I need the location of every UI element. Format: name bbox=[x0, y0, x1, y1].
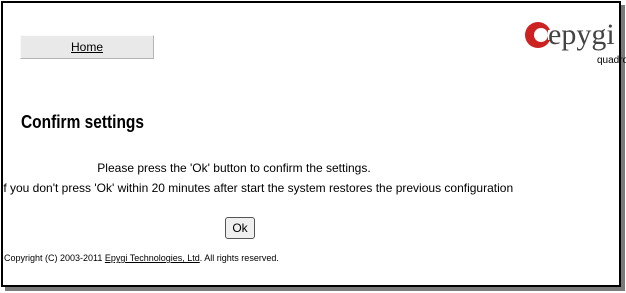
copyright-prefix: Copyright (C) 2003-2011 bbox=[4, 253, 105, 263]
page-title: Confirm settings bbox=[21, 112, 144, 132]
home-button[interactable]: Home bbox=[20, 35, 154, 59]
window-shadow-bottom bbox=[5, 287, 625, 291]
ok-button[interactable]: Ok bbox=[225, 217, 255, 239]
confirm-message-line2: If you don't press 'Ok' within 20 minute… bbox=[0, 181, 514, 195]
epygi-logo: epygi quadro bbox=[522, 15, 626, 77]
company-link[interactable]: Epygi Technologies, Ltd bbox=[105, 253, 200, 263]
copyright-footer: Copyright (C) 2003-2011 Epygi Technologi… bbox=[4, 253, 279, 263]
confirm-message-line1: Please press the 'Ok' button to confirm … bbox=[97, 161, 371, 175]
logo-product-text: quadro bbox=[597, 55, 626, 66]
logo-brand-text: epygi bbox=[548, 18, 615, 51]
copyright-suffix: . All rights reserved. bbox=[199, 253, 279, 263]
